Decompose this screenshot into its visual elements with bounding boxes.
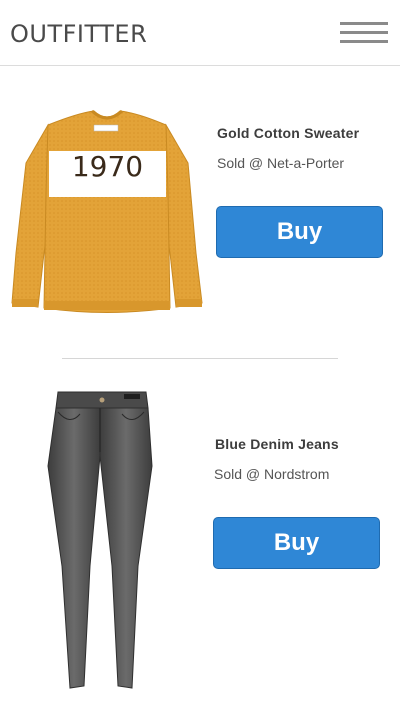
sweater-print-text: 1970 (71, 150, 144, 183)
hamburger-menu-icon[interactable] (338, 22, 390, 46)
product-name[interactable]: Blue Denim Jeans (215, 436, 339, 452)
buy-button[interactable]: Buy (213, 517, 380, 569)
product-card: Blue Denim Jeans Sold @ Nordstrom Buy (0, 380, 400, 700)
product-seller: Sold @ Net-a-Porter (217, 155, 345, 171)
product-name[interactable]: Gold Cotton Sweater (217, 125, 359, 141)
product-seller: Sold @ Nordstrom (214, 466, 330, 482)
product-card: Gold Cotton Sweater Sold @ Net-a-Porter … (0, 95, 400, 325)
app-header: OUTFITTER (0, 0, 400, 66)
jeans-image[interactable] (40, 386, 160, 696)
divider (62, 358, 338, 359)
buy-button[interactable]: Buy (216, 206, 383, 258)
sweater-image[interactable] (8, 103, 206, 318)
app-logo[interactable]: OUTFITTER (10, 20, 147, 48)
